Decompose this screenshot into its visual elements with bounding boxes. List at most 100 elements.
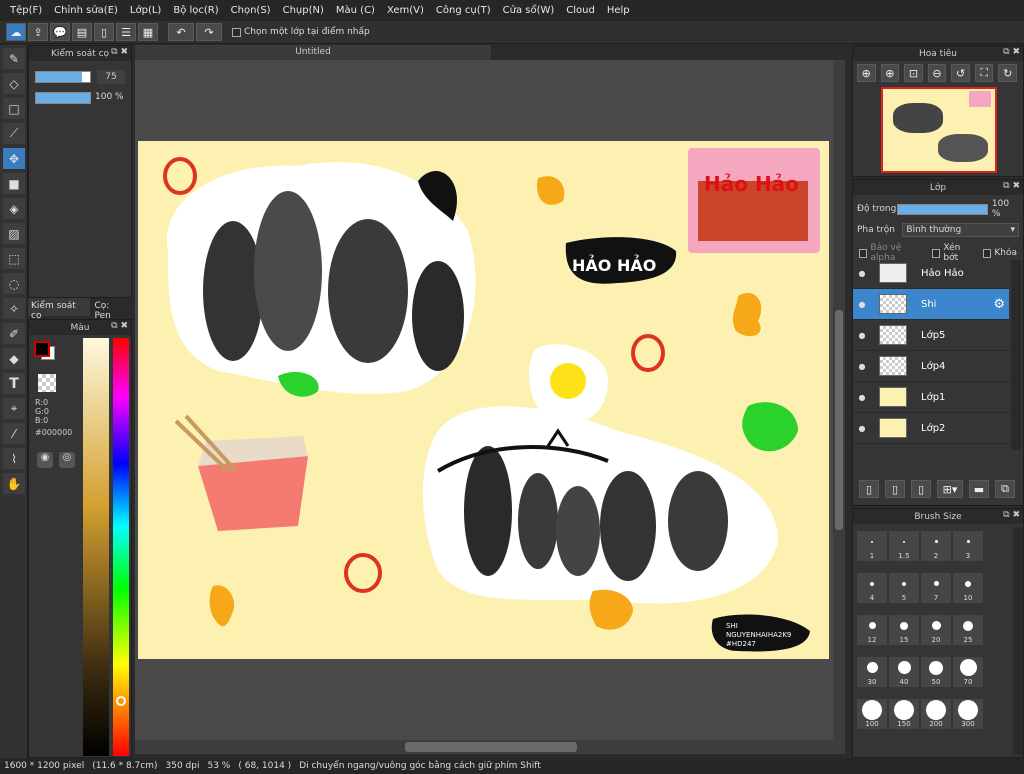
folder-icon[interactable]: ▬ xyxy=(969,480,989,498)
zoom-out-icon[interactable]: ⊖ xyxy=(927,64,947,82)
brush-tool-icon[interactable]: ✎ xyxy=(3,48,25,69)
size-slider[interactable] xyxy=(35,71,91,83)
duplicate-icon[interactable]: ⧉ xyxy=(995,480,1015,498)
select-layer-checkbox[interactable] xyxy=(232,27,241,37)
layer-row-lop1[interactable]: ● Lớp1 xyxy=(853,382,1009,413)
divide-tool-icon[interactable]: ⌖ xyxy=(3,398,25,419)
close-icon[interactable]: ⧉ ✖ xyxy=(1003,47,1020,57)
add-layer-menu-icon[interactable]: ⊞▾ xyxy=(937,480,963,498)
rotate-right-icon[interactable]: ↻ xyxy=(998,64,1018,82)
cloud-save-icon[interactable]: ☁ xyxy=(6,23,26,41)
protect-alpha-checkbox[interactable] xyxy=(859,248,868,258)
layer-row-lop5[interactable]: ● Lớp5 xyxy=(853,320,1009,351)
size-value[interactable]: 75 xyxy=(97,70,125,84)
menu-edit[interactable]: Chỉnh sửa(E) xyxy=(48,5,124,16)
rotate-left-icon[interactable]: ↺ xyxy=(951,64,970,82)
brush-size-cell[interactable]: 10 xyxy=(953,573,983,603)
close-icon[interactable]: ⧉ ✖ xyxy=(111,47,128,57)
palette-icon[interactable]: ◉ xyxy=(37,452,53,468)
brush-size-cell[interactable]: 7 xyxy=(921,573,951,603)
menu-window[interactable]: Cửa sổ(W) xyxy=(497,5,561,16)
brush-size-cell[interactable]: 70 xyxy=(953,657,983,687)
menu-tools[interactable]: Công cụ(T) xyxy=(430,5,497,16)
text-tool-icon[interactable]: T xyxy=(3,373,25,394)
eraser-tool-icon[interactable]: ◇ xyxy=(3,73,25,94)
undo-icon[interactable]: ↶ xyxy=(168,23,194,41)
brush-size-cell[interactable]: 4 xyxy=(857,573,887,603)
brush-size-cell[interactable]: 150 xyxy=(889,699,919,729)
horizontal-scrollbar[interactable] xyxy=(135,740,845,754)
move-tool-icon[interactable]: ✥ xyxy=(3,148,25,169)
layer-row-shi[interactable]: ● Shi ⚙ xyxy=(853,289,1009,320)
comment-icon[interactable]: 💬 xyxy=(50,23,70,41)
brightness-bar[interactable] xyxy=(83,338,109,756)
brush-size-cell[interactable]: 2 xyxy=(921,531,951,561)
menu-select[interactable]: Chọn(S) xyxy=(225,5,277,16)
gradient-tool-icon[interactable]: ▨ xyxy=(3,223,25,244)
close-icon[interactable]: ⧉ ✖ xyxy=(1003,181,1020,191)
brush-size-cell[interactable]: 12 xyxy=(857,615,887,645)
zoom-actual-icon[interactable]: ⊡ xyxy=(904,64,923,82)
brush-size-cell[interactable]: 3 xyxy=(953,531,983,561)
blend-mode-select[interactable]: Bình thường ▾ xyxy=(902,223,1019,237)
bucket-tool-icon[interactable]: ◈ xyxy=(3,198,25,219)
menu-help[interactable]: Help xyxy=(601,5,636,16)
eyedropper-icon[interactable]: ⁄ xyxy=(3,423,25,444)
brush-size-cell[interactable]: 200 xyxy=(921,699,951,729)
gear-icon[interactable]: ⚙ xyxy=(993,297,1005,312)
list-icon[interactable]: ☰ xyxy=(116,23,136,41)
tab-pen[interactable]: Cọ: Pen xyxy=(90,298,133,321)
brush-size-cell[interactable]: 300 xyxy=(953,699,983,729)
select-pen-icon[interactable]: ✐ xyxy=(3,323,25,344)
primary-color-swatch[interactable] xyxy=(34,341,50,357)
redo-icon[interactable]: ↷ xyxy=(196,23,222,41)
hand-tool-icon[interactable]: ✋ xyxy=(3,473,25,494)
marquee-tool-icon[interactable]: ⬚ xyxy=(3,248,25,269)
color-wheel-icon[interactable]: ◎ xyxy=(59,452,75,468)
close-icon[interactable]: ⧉ ✖ xyxy=(111,321,128,331)
magic-wand-icon[interactable]: ✧ xyxy=(3,298,25,319)
eye-icon[interactable]: ● xyxy=(853,424,871,433)
brush-size-cell[interactable]: 1 xyxy=(857,531,887,561)
new-vector-icon[interactable]: ▯ xyxy=(911,480,931,498)
layer-row-lop2[interactable]: ● Lớp2 xyxy=(853,413,1009,444)
eye-icon[interactable]: ● xyxy=(853,362,871,371)
eye-icon[interactable]: ● xyxy=(853,300,871,309)
menu-layer[interactable]: Lớp(L) xyxy=(124,5,167,16)
brush-size-cell[interactable]: 15 xyxy=(889,615,919,645)
menu-filter[interactable]: Bộ lọc(R) xyxy=(167,5,224,16)
menu-capture[interactable]: Chụp(N) xyxy=(277,5,330,16)
vertical-scrollbar[interactable] xyxy=(833,60,845,740)
layer-opacity-slider[interactable] xyxy=(896,203,988,215)
zoom-fit-icon[interactable]: ⊕ xyxy=(857,64,876,82)
document-tab[interactable]: Untitled xyxy=(135,45,491,60)
transparent-swatch[interactable] xyxy=(38,374,56,392)
lock-checkbox[interactable] xyxy=(982,248,992,258)
brush-size-cell[interactable]: 40 xyxy=(889,657,919,687)
select-eraser-icon[interactable]: ◆ xyxy=(3,348,25,369)
hue-bar[interactable] xyxy=(113,338,129,756)
dropper-icon[interactable]: ⌇ xyxy=(3,448,25,469)
menu-cloud[interactable]: Cloud xyxy=(560,5,601,16)
brush-size-cell[interactable]: 30 xyxy=(857,657,887,687)
fit-screen-icon[interactable]: ⛶ xyxy=(974,64,994,82)
layers-scrollbar[interactable] xyxy=(1011,260,1021,450)
brush-size-cell[interactable]: 1.5 xyxy=(889,531,919,561)
brush-size-cell[interactable]: 100 xyxy=(857,699,887,729)
opacity-slider[interactable] xyxy=(35,92,91,104)
document-icon[interactable]: ▯ xyxy=(94,23,114,41)
line-tool-icon[interactable]: ⟋ xyxy=(3,123,25,144)
zoom-in-icon[interactable]: ⊕ xyxy=(880,64,900,82)
navigator-preview[interactable] xyxy=(881,87,997,173)
eye-icon[interactable]: ● xyxy=(853,393,871,402)
menu-color[interactable]: Màu (C) xyxy=(330,5,381,16)
export-icon[interactable]: ⇪ xyxy=(28,23,48,41)
artboard[interactable]: Mì HẢO HẢO Hảo Hảo xyxy=(138,141,829,659)
brush-size-cell[interactable]: 50 xyxy=(921,657,951,687)
brush-size-cell[interactable]: 20 xyxy=(921,615,951,645)
new-raster-icon[interactable]: ▯ xyxy=(885,480,905,498)
lasso-tool-icon[interactable]: ◌ xyxy=(3,273,25,294)
layer-row-lop4[interactable]: ● Lớp4 xyxy=(853,351,1009,382)
brush-size-cell[interactable]: 5 xyxy=(889,573,919,603)
fill-rect-tool-icon[interactable]: ■ xyxy=(3,173,25,194)
